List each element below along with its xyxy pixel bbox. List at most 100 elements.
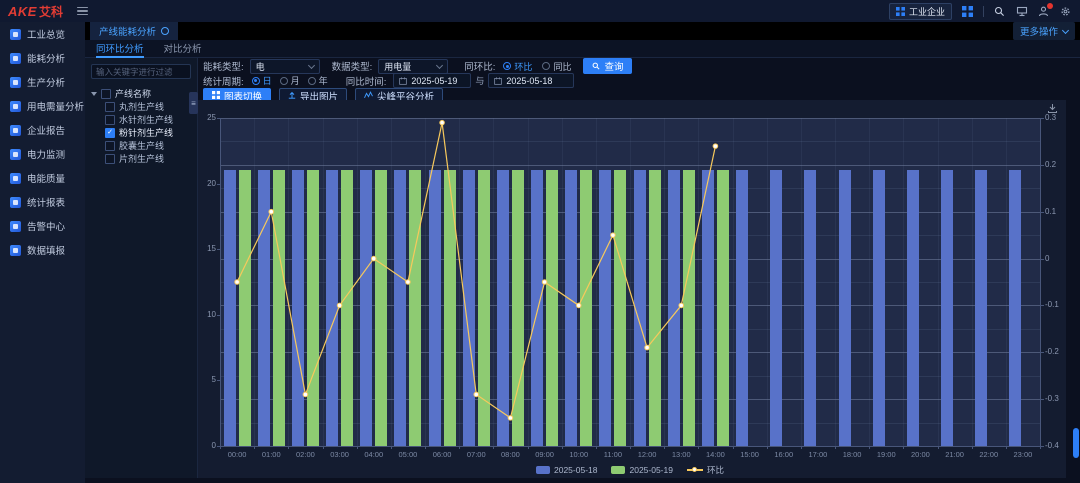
legend-item-ratio[interactable]: 环比 — [687, 464, 724, 476]
org-monitor-icon[interactable] — [1015, 5, 1028, 18]
radio-dot-icon — [280, 77, 288, 85]
sidebar-item-data-entry[interactable]: 数据填报 — [0, 238, 85, 262]
axis-tick — [1041, 165, 1044, 166]
message-icon[interactable] — [1037, 5, 1050, 18]
hamburger-icon[interactable] — [77, 7, 88, 16]
sidebar-item-power-quality[interactable]: 电能质量 — [0, 166, 85, 190]
statistics-report-icon — [10, 197, 21, 208]
ratio-radio-环比[interactable]: 环比 — [503, 60, 532, 73]
axis-tick — [1041, 259, 1044, 260]
tree-root-node[interactable]: 产线名称 — [85, 87, 197, 100]
axis-tick — [1040, 446, 1041, 449]
period-radio-年[interactable]: 年 — [308, 74, 328, 87]
query-button-label: 查询 — [604, 59, 623, 73]
x-axis-tick-label: 14:00 — [700, 451, 730, 459]
data-type-value: 用电量 — [384, 60, 411, 73]
sidebar-item-power-monitor[interactable]: 电力监测 — [0, 142, 85, 166]
more-actions-button[interactable]: 更多操作 — [1013, 22, 1075, 40]
date-picker-end[interactable]: 2025-05-18 — [488, 73, 574, 88]
sidebar: 工业总览能耗分析生产分析用电需量分析企业报告电力监测电能质量统计报表告警中心数据… — [0, 22, 85, 483]
sidebar-item-label: 电力监测 — [27, 147, 65, 161]
radio-dot-icon — [542, 62, 550, 70]
tree-item-checkbox[interactable] — [105, 141, 115, 151]
sidebar-item-power-demand[interactable]: 用电需量分析 — [0, 94, 85, 118]
scrollbar-thumb[interactable] — [1073, 428, 1079, 458]
energy-chart: 05101520250.30.20.10-0.1-0.2-0.3-0.400:0… — [198, 100, 1066, 478]
period-radio-日[interactable]: 日 — [252, 74, 272, 87]
x-axis-tick-label: 22:00 — [974, 451, 1004, 459]
tab-close-icon[interactable] — [161, 27, 169, 35]
legend-item-2025-05-18[interactable]: 2025-05-18 — [536, 465, 597, 475]
chevron-down-icon — [436, 61, 443, 68]
date-picker-start[interactable]: 2025-05-19 — [393, 73, 471, 88]
axis-tick — [391, 446, 392, 449]
line-point — [576, 303, 581, 308]
ratio-line-series — [220, 118, 1040, 446]
settings-gear-icon[interactable] — [1059, 5, 1072, 18]
enterprise-switch-button[interactable]: 工业企业 — [889, 3, 952, 20]
axis-tick — [288, 446, 289, 449]
sidebar-item-label: 用电需量分析 — [27, 99, 84, 113]
radio-label: 年 — [319, 74, 328, 87]
sidebar-item-production-analysis[interactable]: 生产分析 — [0, 70, 85, 94]
line-point — [337, 303, 342, 308]
axis-tick — [698, 446, 699, 449]
left-axis-tick-label: 10 — [200, 311, 216, 319]
sidebar-item-statistics-report[interactable]: 统计报表 — [0, 190, 85, 214]
radio-dot-icon — [308, 77, 316, 85]
line-point — [303, 392, 308, 397]
period-radio-月[interactable]: 月 — [280, 74, 300, 87]
logo-text-cn: 艾科 — [39, 3, 63, 20]
power-quality-icon — [10, 173, 21, 184]
tree-item-pill-line[interactable]: 丸剂生产线 — [85, 100, 197, 113]
sidebar-item-energy-analysis[interactable]: 能耗分析 — [0, 46, 85, 70]
sidebar-item-industry-overview[interactable]: 工业总览 — [0, 22, 85, 46]
axis-tick — [1006, 446, 1007, 449]
filter-toolbar: 能耗类型: 电 数据类型: 用电量 同环比: 环比同比 查询 统计周期: — [198, 58, 1066, 100]
apps-grid-icon[interactable] — [961, 5, 974, 18]
x-axis-tick-label: 00:00 — [222, 451, 252, 459]
query-button[interactable]: 查询 — [583, 58, 632, 74]
grid-icon — [896, 7, 905, 16]
right-axis-tick-label: 0 — [1045, 255, 1067, 263]
logo-text-en: AKE — [8, 4, 37, 19]
tree-item-checkbox[interactable] — [105, 154, 115, 164]
tree-item-powder-injection-line[interactable]: 粉针剂生产线 — [85, 126, 197, 139]
tree-item-checkbox[interactable] — [105, 115, 115, 125]
header-divider — [983, 6, 984, 17]
axis-tick — [801, 446, 802, 449]
subtab-compare-analysis[interactable]: 对比分析 — [164, 40, 202, 58]
data-entry-icon — [10, 245, 21, 256]
tree-item-checkbox[interactable] — [105, 128, 115, 138]
tree-item-checkbox[interactable] — [105, 102, 115, 112]
axis-tick — [323, 446, 324, 449]
axis-tick — [1041, 399, 1044, 400]
subtab-ratio-analysis[interactable]: 同环比分析 — [96, 40, 144, 58]
legend-item-2025-05-19[interactable]: 2025-05-19 — [611, 465, 672, 475]
legend-swatch — [611, 466, 625, 474]
x-axis-tick-label: 16:00 — [769, 451, 799, 459]
tree-items: 丸剂生产线水针剂生产线粉针剂生产线胶囊生产线片剂生产线 — [85, 100, 197, 165]
energy-type-select[interactable]: 电 — [250, 59, 320, 74]
data-type-select[interactable]: 用电量 — [378, 59, 448, 74]
axis-tick — [528, 446, 529, 449]
tree-item-tablet-line[interactable]: 片剂生产线 — [85, 152, 197, 165]
more-actions-label: 更多操作 — [1020, 24, 1058, 38]
sidebar-item-alarm-center[interactable]: 告警中心 — [0, 214, 85, 238]
tree-item-capsule-line[interactable]: 胶囊生产线 — [85, 139, 197, 152]
tree-root-checkbox[interactable] — [101, 89, 111, 99]
axis-tick — [1041, 305, 1044, 306]
axis-tick — [1041, 212, 1044, 213]
header-actions: 工业企业 — [889, 3, 1072, 20]
power-demand-icon — [10, 101, 21, 112]
tree-item-water-injection-line[interactable]: 水针剂生产线 — [85, 113, 197, 126]
line-point — [269, 209, 274, 214]
tab-product-line-energy[interactable]: 产线能耗分析 — [90, 22, 178, 40]
tree-collapse-handle[interactable]: ≡ — [189, 92, 198, 114]
sidebar-item-enterprise-report[interactable]: 企业报告 — [0, 118, 85, 142]
axis-tick — [938, 446, 939, 449]
line-point — [235, 280, 240, 285]
search-icon[interactable] — [993, 5, 1006, 18]
tree-search-input[interactable] — [91, 64, 191, 79]
ratio-radio-同比[interactable]: 同比 — [542, 60, 571, 73]
